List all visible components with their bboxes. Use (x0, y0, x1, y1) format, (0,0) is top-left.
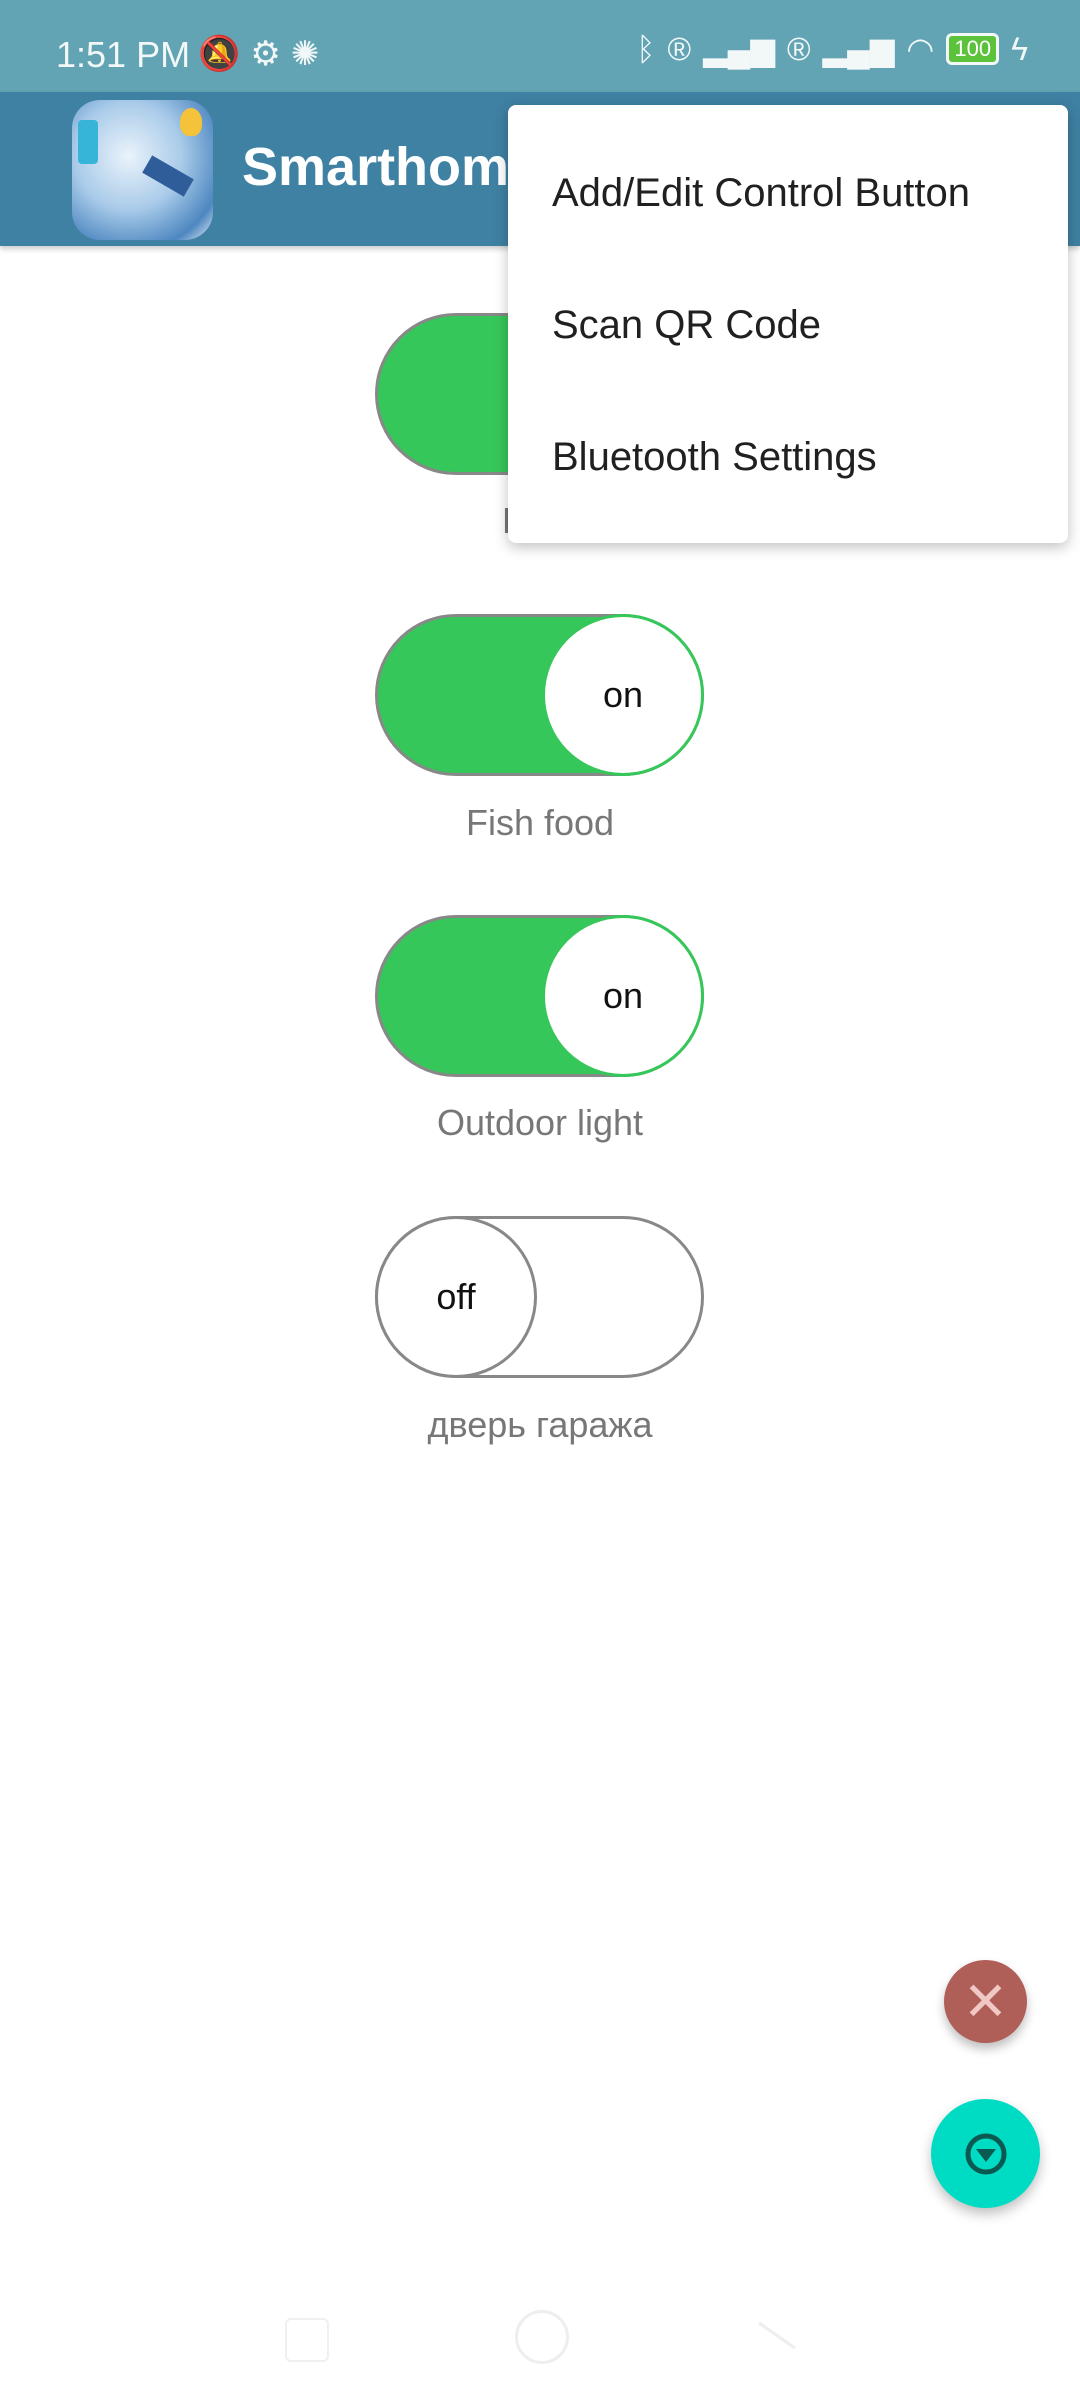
menu-item-bluetooth-settings[interactable]: Bluetooth Settings (552, 435, 877, 480)
signal-icon: ▂▄▆ (822, 31, 895, 67)
main-fab-button[interactable] (931, 2099, 1040, 2208)
overflow-menu: Add/Edit Control Button Scan QR Code Blu… (508, 105, 1068, 543)
arrow-down-circle-icon (965, 2133, 1006, 2174)
app-title: Smarthom (242, 137, 510, 197)
status-left-icons: 🔕⚙✺ (198, 34, 329, 74)
toggle-knob: on (542, 614, 704, 776)
toggle-switch-outdoor-light[interactable]: on (375, 915, 704, 1077)
toggle-switch-garage-door[interactable]: off (375, 1216, 704, 1378)
status-bar: 1:51 PM 🔕⚙✺ ᛒ ® ▂▄▆ ® ▂▄▆ ◠ 100 ϟ (0, 0, 1080, 92)
toggle-label: Fish food (465, 802, 615, 843)
toggle-label: Outdoor light (436, 1102, 644, 1143)
charging-icon: ϟ (1011, 30, 1028, 67)
toggle-knob: off (375, 1216, 537, 1378)
navigation-bar (0, 2290, 1080, 2400)
menu-item-add-edit-control-button[interactable]: Add/Edit Control Button (552, 171, 970, 216)
app-logo (72, 100, 213, 240)
toggle-knob: on (542, 915, 704, 1077)
menu-item-scan-qr-code[interactable]: Scan QR Code (552, 303, 821, 348)
toggle-switch-fish-food[interactable]: on (375, 614, 704, 776)
status-time: 1:51 PM (56, 34, 191, 75)
roaming-icon: ® (667, 30, 692, 67)
notifications-muted-icon: 🔕 (198, 35, 251, 73)
wifi-icon: ◠ (906, 31, 935, 67)
toggle-label: дверь гаража (427, 1404, 653, 1445)
close-fab-button[interactable]: ✕ (944, 1960, 1027, 2043)
battery-indicator: 100 (946, 33, 1000, 65)
back-button[interactable] (758, 2321, 796, 2350)
settings-icon: ✺ (290, 35, 330, 73)
android-debug-icon: ⚙ (250, 35, 291, 73)
home-button[interactable] (515, 2310, 569, 2364)
signal-icon: ▂▄▆ (703, 31, 775, 67)
roaming-icon: ® (786, 30, 811, 67)
bluetooth-icon: ᛒ (636, 30, 656, 67)
recent-apps-button[interactable] (285, 2318, 329, 2362)
close-icon: ✕ (962, 1972, 1009, 2032)
status-right-icons: ᛒ ® ▂▄▆ ® ▂▄▆ ◠ 100 ϟ (636, 30, 1028, 68)
